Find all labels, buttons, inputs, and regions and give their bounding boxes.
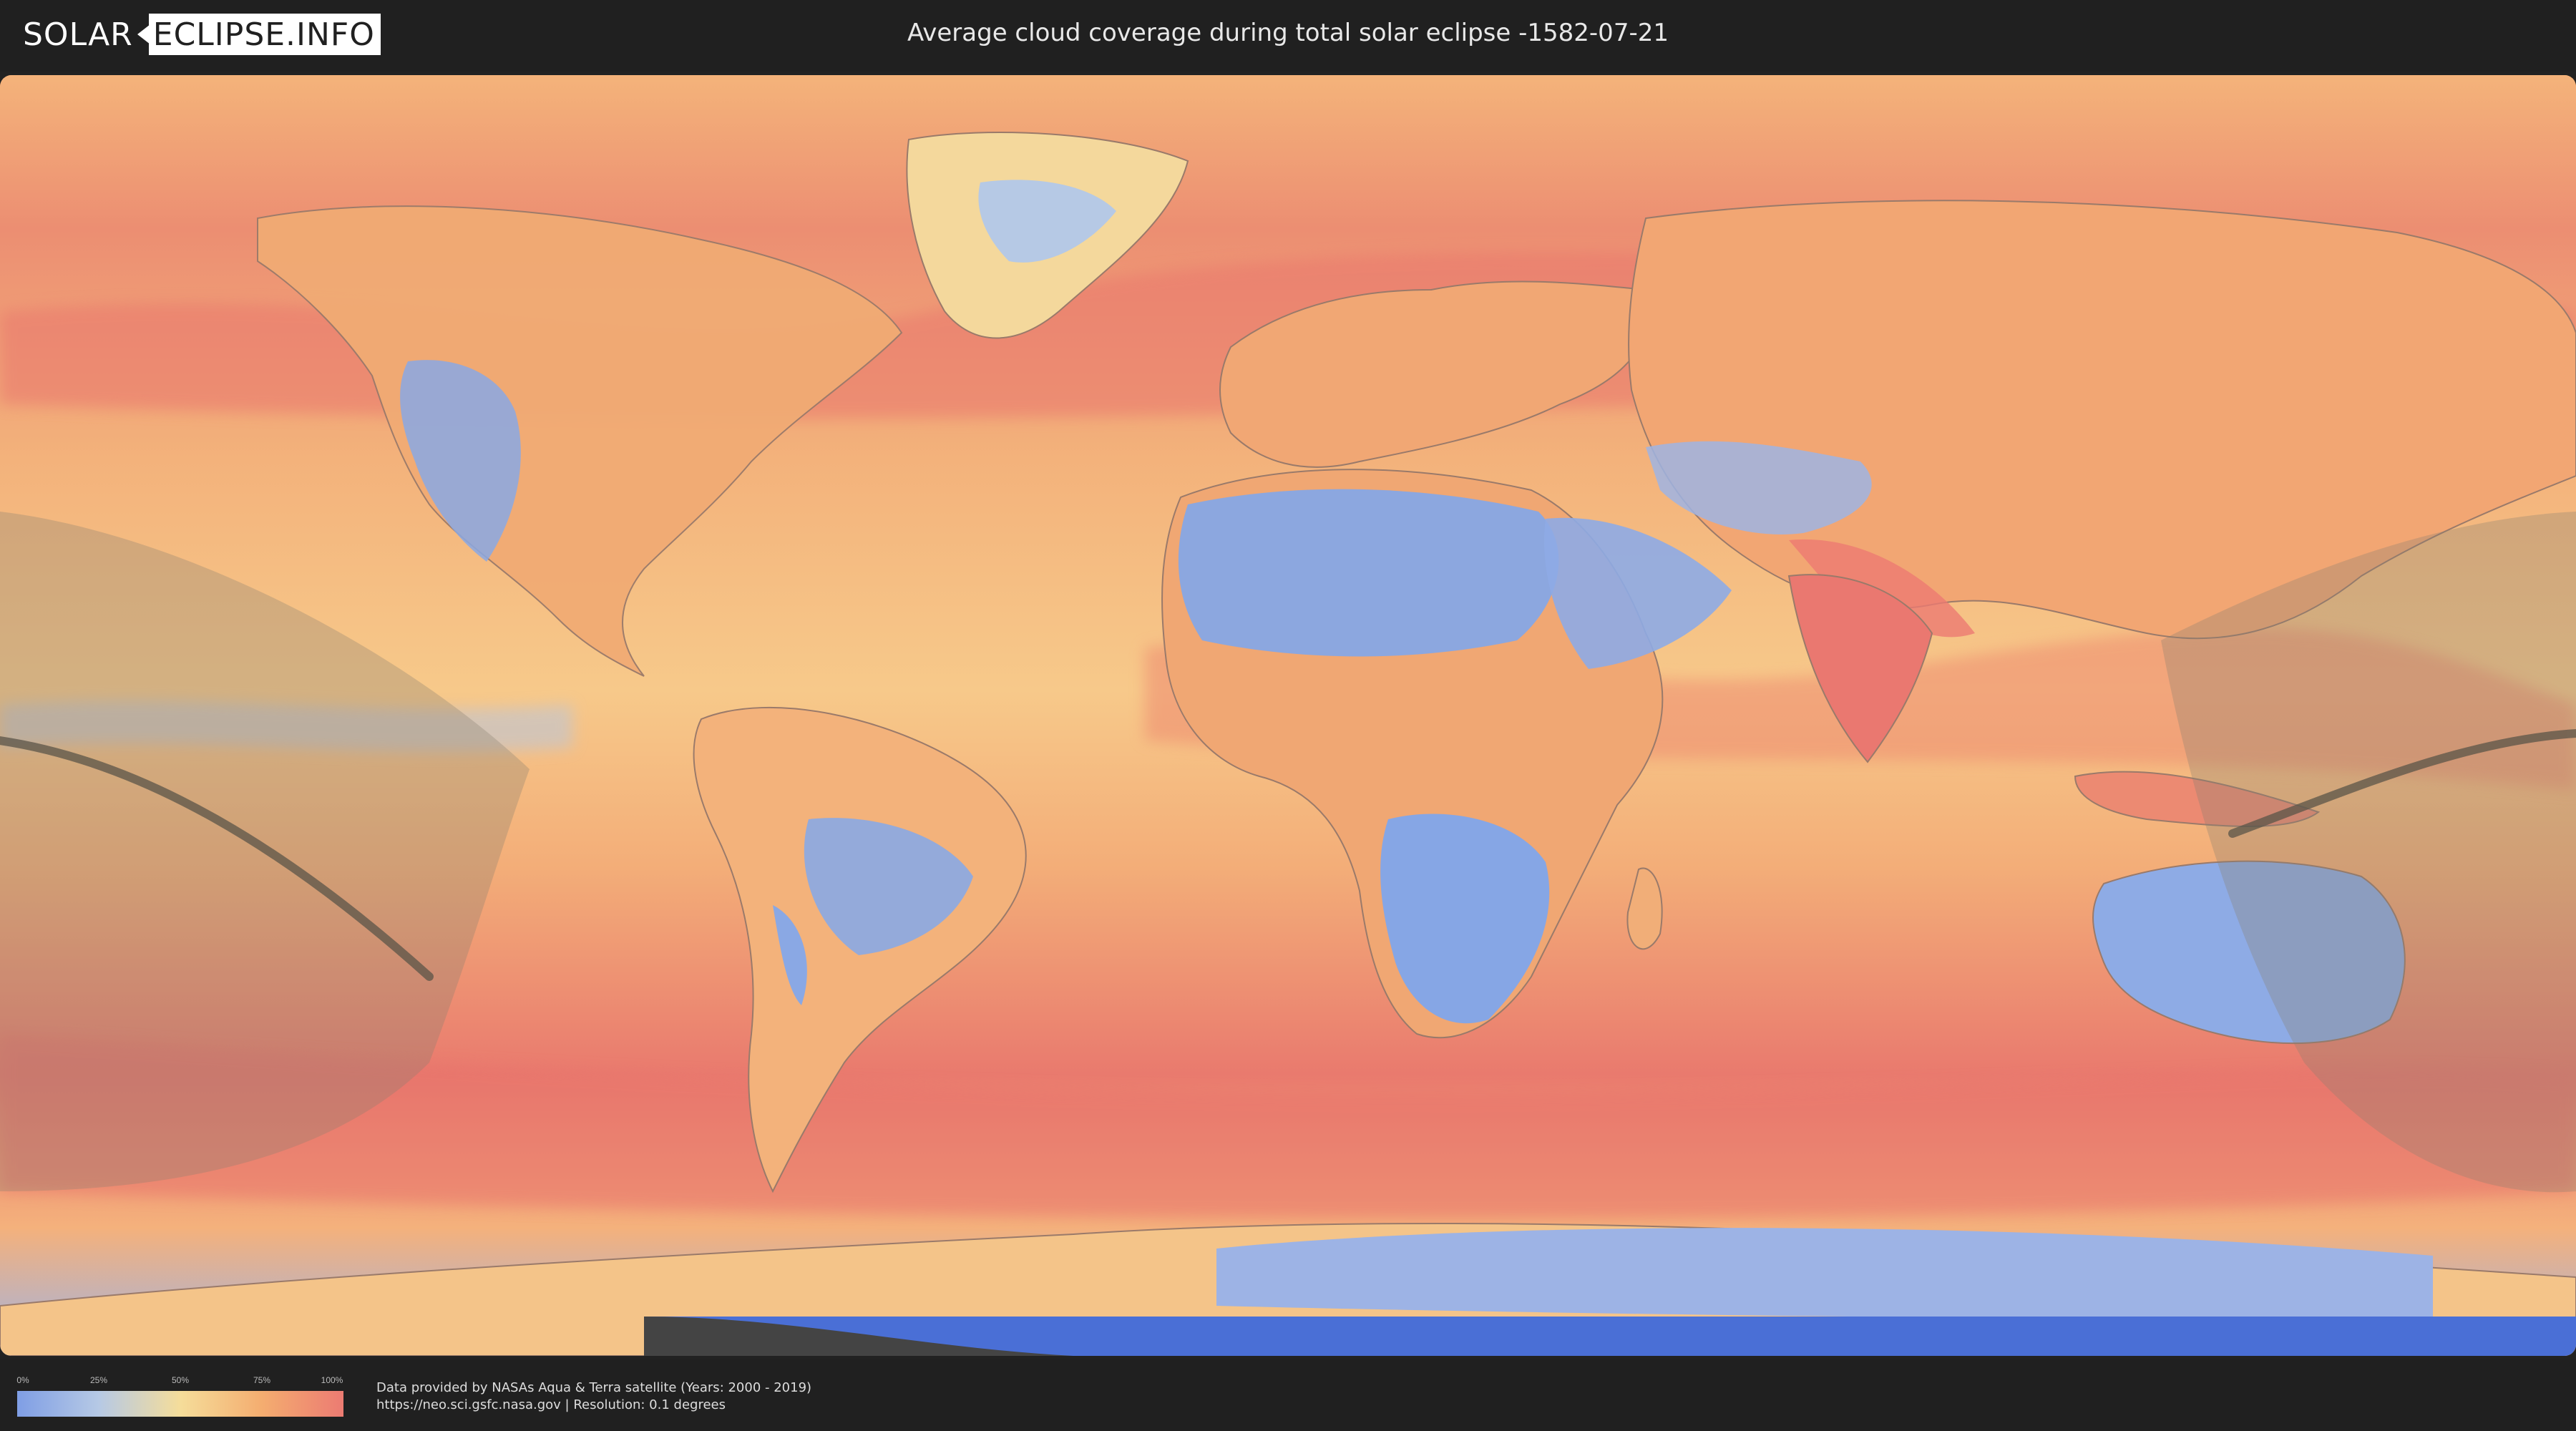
legend-gradient-bar	[17, 1391, 343, 1417]
legend-ticks: 0% 25% 50% 75% 100%	[16, 1375, 343, 1388]
legend-tick-25: 25%	[89, 1375, 108, 1385]
cloud-coverage-map[interactable]	[0, 75, 2576, 1356]
world-map-svg	[0, 75, 2576, 1356]
credits-line-2: https://neo.sci.gsfc.nasa.gov | Resoluti…	[376, 1397, 726, 1412]
legend-tick-75: 75%	[253, 1375, 271, 1385]
footer-bar: 0% 25% 50% 75% 100% Data provided by NAS…	[0, 1359, 2576, 1431]
cloud-coverage-legend: 0% 25% 50% 75% 100%	[16, 1375, 343, 1417]
header-bar: SOLAR ECLIPSE.INFO Average cloud coverag…	[0, 0, 2576, 72]
legend-tick-50: 50%	[171, 1375, 190, 1385]
legend-tick-0: 0%	[16, 1375, 29, 1385]
page-title: Average cloud coverage during total sola…	[907, 19, 1669, 47]
credits-line-1: Data provided by NASAs Aqua & Terra sate…	[376, 1380, 812, 1395]
data-credits: Data provided by NASAs Aqua & Terra sate…	[376, 1379, 811, 1414]
sahara	[1178, 489, 1559, 657]
legend-tick-100: 100%	[321, 1375, 343, 1385]
